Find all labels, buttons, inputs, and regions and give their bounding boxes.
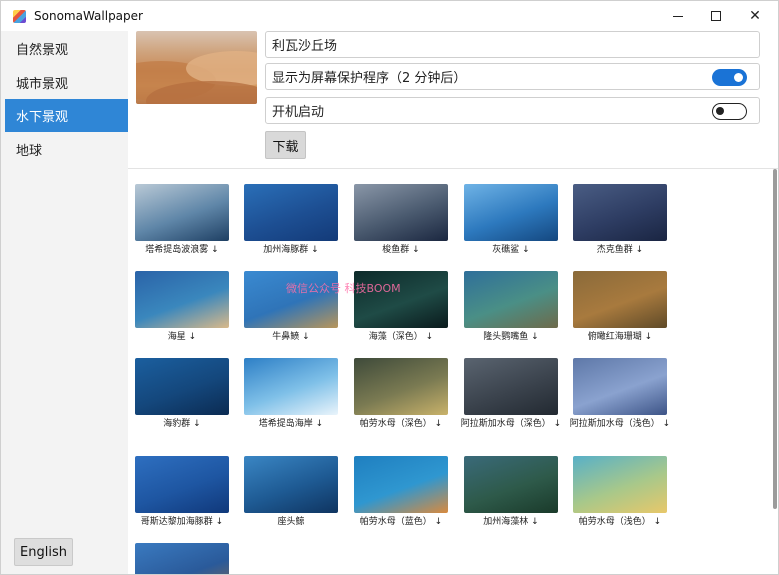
wallpaper-caption[interactable]: 帕劳水母（蓝色） ↓ — [346, 516, 456, 528]
wallpaper-thumbnail-image[interactable] — [464, 456, 558, 513]
wallpaper-thumbnail-item[interactable]: 海豹群 ↓ — [135, 358, 229, 430]
wallpaper-thumbnail-item[interactable]: 加州海藻林 ↓ — [464, 456, 558, 528]
wallpaper-thumbnail-item[interactable]: 加州海豚群 ↓ — [244, 184, 338, 256]
wallpaper-caption[interactable]: 隆头鹦嘴鱼 ↓ — [456, 331, 566, 343]
app-title: SonomaWallpaper — [34, 9, 143, 23]
wallpaper-thumbnail-image[interactable] — [354, 456, 448, 513]
wallpaper-thumbnail-image[interactable] — [244, 456, 338, 513]
wallpaper-thumbnail-item[interactable]: 阿拉斯加水母（深色） ↓ — [461, 358, 561, 430]
sidebar-item-underwater[interactable]: 水下景观 — [5, 99, 128, 132]
wallpaper-caption[interactable]: 座头鲸 — [236, 516, 346, 528]
wallpaper-thumbnail-item[interactable] — [135, 543, 229, 574]
watermark: 微信公众号 科技BOOM — [286, 282, 401, 295]
close-icon: ✕ — [749, 8, 761, 24]
wallpaper-thumbnail-item[interactable]: 帕劳水母（浅色） ↓ — [573, 456, 667, 528]
wallpaper-caption[interactable]: 塔希提岛海岸 ↓ — [236, 418, 346, 430]
autostart-row: 开机启动 — [265, 97, 760, 124]
wallpaper-thumbnail-image[interactable] — [135, 184, 229, 241]
screensaver-label: 显示为屏幕保护程序（2 分钟后） — [272, 71, 467, 86]
wallpaper-gallery: 塔希提岛波浪雾 ↓ 加州海豚群 ↓ 梭鱼群 ↓ 灰礁鲨 ↓ 杰克鱼群 ↓ 海星 ↓ 牛鼻鲼 … — [128, 169, 773, 574]
screensaver-row: 显示为屏幕保护程序（2 分钟后） — [265, 63, 760, 90]
wallpaper-thumbnail-image[interactable] — [573, 271, 667, 328]
minimize-icon — [673, 15, 683, 17]
download-button[interactable]: 下载 — [265, 131, 306, 159]
wallpaper-caption[interactable]: 海藻（深色） ↓ — [346, 331, 456, 343]
wallpaper-thumbnail-item[interactable]: 阿拉斯加水母（浅色） ↓ — [570, 358, 670, 430]
wallpaper-caption[interactable]: 阿拉斯加水母（浅色） ↓ — [565, 418, 675, 430]
sidebar: 自然景观 城市景观 水下景观 地球 English — [1, 31, 128, 574]
wallpaper-caption[interactable]: 帕劳水母（浅色） ↓ — [565, 516, 675, 528]
wallpaper-caption[interactable]: 杰克鱼群 ↓ — [565, 244, 675, 256]
wallpaper-thumbnail-image[interactable] — [135, 358, 229, 415]
sidebar-item-city[interactable]: 城市景观 — [5, 66, 128, 99]
wallpaper-thumbnail-item[interactable]: 帕劳水母（蓝色） ↓ — [354, 456, 448, 528]
wallpaper-thumbnail-item[interactable]: 塔希提岛波浪雾 ↓ — [135, 184, 229, 256]
wallpaper-name: 利瓦沙丘场 — [272, 39, 338, 54]
wallpaper-thumbnail-image[interactable] — [464, 184, 558, 241]
wallpaper-caption[interactable]: 海星 ↓ — [128, 331, 237, 343]
wallpaper-thumbnail-item[interactable]: 灰礁鲨 ↓ — [464, 184, 558, 256]
wallpaper-caption[interactable]: 加州海藻林 ↓ — [456, 516, 566, 528]
close-button[interactable]: ✕ — [732, 1, 778, 31]
gallery-scrollbar[interactable] — [773, 169, 777, 509]
wallpaper-name-field: 利瓦沙丘场 — [265, 31, 760, 58]
wallpaper-thumbnail-item[interactable]: 隆头鹦嘴鱼 ↓ — [464, 271, 558, 343]
wallpaper-caption[interactable]: 灰礁鲨 ↓ — [456, 244, 566, 256]
screensaver-toggle[interactable] — [712, 69, 747, 86]
wallpaper-thumbnail-item[interactable]: 塔希提岛海岸 ↓ — [244, 358, 338, 430]
wallpaper-thumbnail-image[interactable] — [244, 184, 338, 241]
wallpaper-thumbnail-item[interactable]: 俯瞰红海珊瑚 ↓ — [573, 271, 667, 343]
wallpaper-caption[interactable]: 海豹群 ↓ — [128, 418, 237, 430]
wallpaper-thumbnail-image[interactable] — [464, 358, 558, 415]
sidebar-item-nature[interactable]: 自然景观 — [5, 32, 128, 65]
autostart-label: 开机启动 — [272, 105, 325, 120]
sidebar-item-earth[interactable]: 地球 — [5, 133, 128, 166]
wallpaper-thumbnail-image[interactable] — [354, 184, 448, 241]
wallpaper-thumbnail-image[interactable] — [573, 358, 667, 415]
wallpaper-preview — [136, 31, 257, 104]
wallpaper-thumbnail-item[interactable]: 座头鲸 — [244, 456, 338, 528]
title-bar[interactable]: SonomaWallpaper ✕ — [1, 1, 778, 31]
wallpaper-caption[interactable]: 哥斯达黎加海豚群 ↓ — [128, 516, 237, 528]
wallpaper-caption[interactable]: 加州海豚群 ↓ — [236, 244, 346, 256]
wallpaper-caption[interactable]: 牛鼻鲼 ↓ — [236, 331, 346, 343]
wallpaper-thumbnail-image[interactable] — [354, 358, 448, 415]
wallpaper-thumbnail-image[interactable] — [135, 456, 229, 513]
wallpaper-thumbnail-image[interactable] — [135, 543, 229, 574]
wallpaper-thumbnail-image[interactable] — [244, 358, 338, 415]
wallpaper-caption[interactable]: 阿拉斯加水母（深色） ↓ — [456, 418, 566, 430]
wallpaper-thumbnail-image[interactable] — [573, 184, 667, 241]
wallpaper-thumbnail-image[interactable] — [135, 271, 229, 328]
app-window: SonomaWallpaper ✕ 自然景观 城市景观 水下景观 地球 Engl… — [0, 0, 779, 575]
wallpaper-caption[interactable]: 梭鱼群 ↓ — [346, 244, 456, 256]
maximize-icon — [711, 11, 721, 21]
wallpaper-caption[interactable]: 塔希提岛波浪雾 ↓ — [128, 244, 237, 256]
language-button[interactable]: English — [14, 538, 73, 566]
app-logo-icon — [13, 10, 26, 23]
wallpaper-thumbnail-image[interactable] — [464, 271, 558, 328]
wallpaper-caption[interactable]: 俯瞰红海珊瑚 ↓ — [565, 331, 675, 343]
wallpaper-thumbnail-image[interactable] — [573, 456, 667, 513]
wallpaper-thumbnail-item[interactable]: 杰克鱼群 ↓ — [573, 184, 667, 256]
wallpaper-caption[interactable]: 帕劳水母（深色） ↓ — [346, 418, 456, 430]
wallpaper-thumbnail-item[interactable]: 梭鱼群 ↓ — [354, 184, 448, 256]
autostart-toggle[interactable] — [712, 103, 747, 120]
wallpaper-thumbnail-item[interactable]: 海星 ↓ — [135, 271, 229, 343]
wallpaper-thumbnail-item[interactable]: 帕劳水母（深色） ↓ — [354, 358, 448, 430]
wallpaper-thumbnail-item[interactable]: 哥斯达黎加海豚群 ↓ — [135, 456, 229, 528]
